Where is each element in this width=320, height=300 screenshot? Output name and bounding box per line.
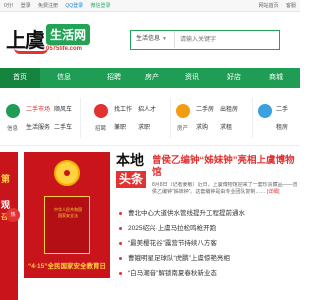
nav-house[interactable]: 房产 — [134, 68, 170, 88]
label-headline: 头条 — [116, 171, 146, 188]
category-info-label: 信息 — [7, 126, 19, 132]
poster-slogan: “4·15”全民国家安全教育日 — [27, 263, 106, 270]
search-category-label: 生活信息 — [136, 36, 161, 42]
link-second-house[interactable]: 二手房 — [196, 104, 214, 113]
logo-url: 0575life.com — [46, 46, 83, 52]
link-carpool[interactable]: 顺风车 — [54, 104, 72, 113]
banner-text-1: 第 — [1, 174, 11, 184]
list-item[interactable]: “白马潮音”解锁南夏春秋新业态 — [116, 266, 296, 281]
register-link[interactable]: 免费注册 — [38, 3, 58, 9]
headline-title[interactable]: 曾侯乙编钟“姊妹钟”亮相上虞博物馆 — [152, 155, 298, 179]
law-book-image: 中华人民共和国 国家安全法 — [44, 196, 90, 254]
nav-news[interactable]: 资讯 — [174, 68, 210, 88]
link-used-car[interactable]: 二手车 — [54, 122, 72, 131]
link-second[interactable]: 二手 — [276, 104, 288, 113]
qq-login-link[interactable]: QQ登录 — [65, 3, 83, 9]
category-house-label: 房产 — [177, 126, 189, 132]
national-emblem-icon — [54, 160, 80, 186]
link-part-time[interactable]: 兼职 — [114, 122, 126, 131]
poster-book-line-1: 中华人民共和国 — [54, 207, 82, 212]
divider — [170, 98, 171, 138]
divider — [80, 98, 81, 138]
link-find-job[interactable]: 找工作 — [114, 104, 132, 113]
link-rent-house[interactable]: 出租房 — [220, 104, 238, 113]
label-local: 本地 — [116, 152, 144, 168]
category-info: 信息 二手市场 顺风车 生活服务 二手车 — [6, 96, 76, 142]
header: 上虞 生活网 0575life.com 生活信息 ▼ — [0, 12, 300, 68]
category-jobs-label: 招聘 — [95, 126, 107, 132]
headline-summary: 8月8日（记者姜敏）近日，上虞博物馆迎来了一套珍贵藏品——曾侯乙编钟“姊妹钟”。… — [152, 182, 298, 196]
logo-swoosh-icon — [14, 48, 48, 54]
hot-badge: 热 — [6, 208, 20, 222]
category-more: 二手 租房 — [258, 96, 298, 142]
link-seek-job[interactable]: 求职 — [138, 122, 150, 131]
category-jobs: 招聘 找工作 招人才 兼职 求职 — [94, 96, 164, 142]
poster-footer — [24, 278, 110, 300]
main-nav: 首页 信息 招聘 房产 资讯 好店 商城 — [0, 68, 300, 88]
welcome-text: 0分! — [4, 3, 14, 9]
summary-more-link[interactable]: [详细] — [267, 189, 280, 195]
logo-badge: 生活网 — [46, 24, 91, 45]
nav-mall[interactable]: 商城 — [258, 68, 294, 88]
nav-home[interactable]: 首页 — [0, 68, 40, 88]
divider — [252, 98, 253, 138]
link-life-service[interactable]: 生活服务 — [26, 122, 50, 131]
security-law-poster[interactable]: 中华人民共和国 国家安全法 “4·15”全民国家安全教育日 — [24, 152, 110, 300]
search-category-select[interactable]: 生活信息 ▼ — [131, 31, 175, 48]
grid-icon — [258, 104, 272, 118]
home-link[interactable]: 网站首页 — [259, 3, 279, 9]
list-item[interactable]: 曹北中心大道供水管线提升工程提前通水 — [116, 206, 296, 221]
search-box: 生活信息 ▼ — [130, 30, 280, 50]
list-item[interactable]: 2025绍兴·上虞马拉松鸣枪开跑 — [116, 221, 296, 236]
link-second-market[interactable]: 二手市场 — [26, 104, 50, 113]
nav-shops[interactable]: 好店 — [216, 68, 252, 88]
nav-info[interactable]: 信息 — [44, 68, 84, 88]
list-item[interactable]: “最美樱花谷”露营节持续八方客 — [116, 236, 296, 251]
link-buy-request[interactable]: 求购 — [196, 122, 208, 131]
search-input[interactable] — [175, 31, 278, 48]
site-logo[interactable]: 上虞 生活网 0575life.com — [6, 18, 92, 62]
poster-book-line-2: 国家安全法 — [58, 213, 78, 218]
house-icon — [176, 104, 190, 118]
link-rent[interactable]: 租房 — [276, 122, 288, 131]
category-panel: 信息 二手市场 顺风车 生活服务 二手车 招聘 找工作 招人才 兼职 求职 房产… — [0, 92, 300, 146]
wechat-login-link[interactable]: 微信登录 — [91, 3, 111, 9]
category-house: 房产 二手房 出租房 求购 求租 — [176, 96, 246, 142]
login-link[interactable]: 登录 — [21, 3, 31, 9]
info-icon — [6, 104, 20, 118]
local-headline-label: 本地 头条 — [116, 152, 150, 192]
chevron-down-icon: ▼ — [162, 36, 167, 42]
nav-jobs[interactable]: 招聘 — [96, 68, 132, 88]
briefcase-icon — [94, 104, 108, 118]
news-list: 曹北中心大道供水管线提升工程提前通水 2025绍兴·上虞马拉松鸣枪开跑 “最美樱… — [116, 206, 296, 281]
link-hire[interactable]: 招人才 — [138, 104, 156, 113]
service-link[interactable]: 客服 — [286, 3, 296, 9]
left-banner[interactable]: 第 观 召开 — [0, 152, 18, 300]
list-item[interactable]: 曹娥明星足球队“虎鹏”上虞惊艳亮相 — [116, 251, 296, 266]
top-bar: 0分! 登录 免费注册 QQ登录 微信登录 网站首页 客服 — [0, 0, 300, 12]
link-rent-request[interactable]: 求租 — [220, 122, 232, 131]
